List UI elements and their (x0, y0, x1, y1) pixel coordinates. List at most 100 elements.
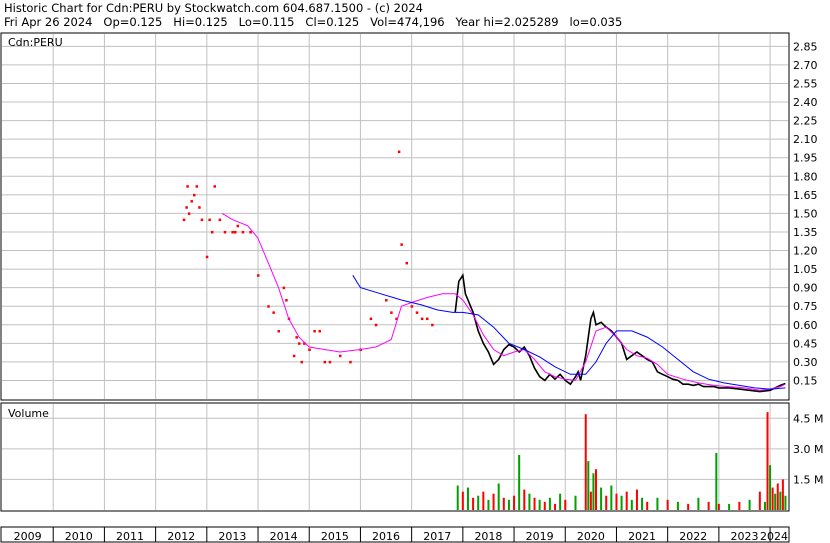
volume-bar (564, 499, 567, 510)
close-dot (313, 329, 316, 333)
close-dot (369, 317, 373, 321)
close-dot (277, 329, 281, 333)
volume-bar (528, 493, 531, 510)
volume-bar (518, 454, 521, 510)
x-tick-label: 2013 (218, 530, 246, 543)
volume-bar (728, 503, 731, 510)
x-tick-label: 2014 (270, 530, 298, 543)
volume-bar (507, 499, 510, 510)
close-dot (267, 305, 270, 308)
x-tick-label: 2019 (526, 530, 554, 543)
close-dot (431, 323, 434, 327)
close-dot (187, 212, 191, 215)
price-tick-label: 1.35 (793, 226, 818, 239)
close-dot (318, 329, 321, 333)
close-dot (231, 230, 234, 234)
close-dot (338, 354, 342, 358)
volume-bar (676, 501, 679, 510)
volume-bar (533, 497, 536, 510)
close-dot (420, 317, 424, 321)
volume-bar (776, 483, 779, 510)
volume-bar (630, 499, 633, 510)
close-dot (300, 360, 304, 364)
price-tick-label: 1.05 (793, 263, 818, 276)
volume-bar (697, 497, 700, 510)
close-dot (282, 286, 286, 290)
price-tick-label: 1.80 (793, 170, 818, 183)
x-tick-label: 2021 (628, 530, 656, 543)
x-tick-label: 2017 (423, 530, 451, 543)
volume-bar (641, 497, 644, 510)
volume-bar (610, 485, 613, 510)
price-tick-label: 0.75 (793, 300, 818, 313)
volume-bar (666, 499, 669, 510)
volume-bar (715, 452, 718, 510)
price-tick-label: 2.55 (793, 77, 818, 90)
close-dot (190, 200, 193, 203)
close-dot (390, 311, 393, 314)
volume-bar (605, 495, 608, 510)
close-dot (328, 360, 332, 364)
close-dot (400, 243, 403, 246)
close-dot (349, 360, 352, 364)
volume-bar (781, 479, 784, 510)
volume-bar (589, 491, 592, 510)
close-dot (285, 299, 288, 302)
close-dot (241, 230, 245, 234)
close-dot (210, 230, 214, 234)
volume-bar (766, 412, 769, 510)
volume-bar (472, 497, 475, 510)
volume-bar (600, 487, 603, 510)
volume-bar (492, 493, 495, 510)
close-dot (236, 224, 240, 228)
price-tick-label: 2.40 (793, 96, 818, 109)
close-dot (182, 218, 186, 222)
x-tick-label: 2018 (474, 530, 502, 543)
volume-bar (687, 503, 690, 510)
volume-bar (784, 495, 787, 510)
volume-bar (656, 497, 659, 510)
close-dot (208, 218, 211, 222)
volume-bar (620, 495, 623, 510)
volume-panel-title: Volume (8, 407, 49, 420)
x-tick-label: 2020 (577, 530, 605, 543)
volume-bar (502, 497, 505, 510)
chart-canvas: 2009 2010 2011 2012 2013 2014 2015 2016 2017 2018… (0, 32, 823, 543)
close-dot (233, 230, 237, 234)
volume-bar (482, 491, 485, 510)
price-tick-label: 0.30 (793, 356, 818, 369)
close-dot (249, 230, 252, 234)
close-dot (185, 206, 188, 209)
volume-bar (554, 503, 557, 510)
x-tick-label: 2016 (372, 530, 400, 543)
close-dot (308, 348, 311, 352)
volume-bar (758, 491, 761, 510)
volume-bar (635, 489, 638, 510)
price-tick-label: 0.90 (793, 282, 818, 295)
volume-bar (487, 499, 490, 510)
volume-bar (594, 469, 597, 510)
price-tick-label: 2.70 (793, 59, 818, 72)
volume-tick-label: 1.5 M (793, 473, 823, 486)
volume-bar (592, 473, 595, 510)
close-dot (426, 317, 429, 321)
price-tick-label: 0.45 (793, 337, 818, 350)
volume-bar (763, 501, 766, 510)
volume-bar (769, 465, 772, 510)
close-dot (200, 218, 204, 222)
close-dot (292, 354, 296, 358)
x-tick-label: 2015 (321, 530, 349, 543)
volume-bar (646, 501, 649, 510)
price-tick-label: 0.15 (793, 374, 818, 387)
volume-bar (625, 491, 628, 510)
volume-bar (497, 483, 500, 510)
volume-bar (466, 487, 469, 510)
volume-bar (523, 489, 526, 510)
close-dot (193, 193, 196, 197)
x-tick-label: 2011 (116, 530, 144, 543)
chart-page: 2009 2010 2011 2012 2013 2014 2015 2016 2017 2018… (0, 0, 830, 543)
x-tick-label: 2010 (65, 530, 93, 543)
volume-bar (574, 495, 577, 510)
volume-bar (461, 491, 464, 510)
close-dot (223, 230, 227, 234)
